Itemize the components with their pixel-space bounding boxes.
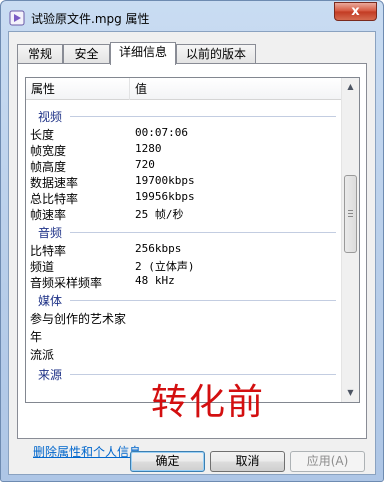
tab-previous-versions[interactable]: 以前的版本 xyxy=(176,44,256,64)
tab-general[interactable]: 常规 xyxy=(17,44,63,64)
property-name: 流派 xyxy=(30,348,55,362)
vertical-scrollbar[interactable]: ▲ ▼ xyxy=(341,78,359,402)
apply-button[interactable]: 应用(A) xyxy=(290,451,365,472)
tab-security[interactable]: 安全 xyxy=(63,44,110,64)
list-header: 属性 值 xyxy=(26,78,342,100)
property-row[interactable]: 音频采样频率 48 kHz xyxy=(26,273,342,290)
property-row[interactable]: 数据速率 19700kbps xyxy=(26,173,342,190)
window-title: 试验原文件.mpg 属性 xyxy=(31,12,150,26)
property-rows: 视频 长度 00:07:06 帧宽度 1280 帧高度 720 数据速率 19700kb… xyxy=(26,101,342,402)
property-row[interactable]: 帧速率 25 帧/秒 xyxy=(26,205,342,222)
property-value: 00:07:06 xyxy=(135,126,188,139)
group-divider xyxy=(70,116,336,117)
property-row[interactable]: 年 xyxy=(26,327,342,345)
remove-properties-link[interactable]: 删除属性和个人信息 xyxy=(33,443,141,460)
property-value: 2 (立体声) xyxy=(135,260,195,273)
close-button[interactable]: x xyxy=(334,2,377,21)
title-bar[interactable]: 试验原文件.mpg 属性 x xyxy=(1,1,383,33)
group-label: 来源 xyxy=(38,368,63,382)
group-media: 媒体 xyxy=(26,289,342,309)
property-row[interactable]: 总比特率 19956kbps xyxy=(26,189,342,206)
property-value: 1280 xyxy=(135,142,162,155)
property-list[interactable]: 属性 值 视频 长度 00:07:06 帧宽度 1280 帧高度 720 数据速率 19… xyxy=(25,77,360,403)
watermark-text: 转化前 xyxy=(151,382,266,423)
property-row[interactable]: 频道 2 (立体声) xyxy=(26,257,342,274)
property-value: 19956kbps xyxy=(135,190,195,203)
scroll-up-arrow-icon[interactable]: ▲ xyxy=(343,79,358,95)
column-header-value[interactable]: 值 xyxy=(130,78,342,100)
property-row[interactable]: 帧宽度 1280 xyxy=(26,141,342,158)
property-value: 48 kHz xyxy=(135,274,175,287)
property-value: 19700kbps xyxy=(135,174,195,187)
property-row[interactable]: 比特率 256kbps xyxy=(26,241,342,258)
group-divider xyxy=(70,232,336,233)
property-value: 25 帧/秒 xyxy=(135,208,184,221)
scrollbar-thumb[interactable] xyxy=(344,175,357,253)
scroll-down-arrow-icon[interactable]: ▼ xyxy=(343,385,358,401)
video-file-icon xyxy=(9,10,25,26)
column-header-property[interactable]: 属性 xyxy=(26,78,130,100)
property-row[interactable]: 帧高度 720 xyxy=(26,157,342,174)
property-value: 256kbps xyxy=(135,242,182,255)
ok-button[interactable]: 确定 xyxy=(130,451,205,472)
cancel-button[interactable]: 取消 xyxy=(210,451,285,472)
property-row[interactable]: 长度 00:07:06 xyxy=(26,125,342,142)
group-label: 音频 xyxy=(38,226,63,240)
property-value: 720 xyxy=(135,158,155,171)
tab-details[interactable]: 详细信息 xyxy=(110,42,176,65)
group-divider xyxy=(70,300,336,301)
group-label: 视频 xyxy=(38,110,63,124)
property-name: 年 xyxy=(30,330,43,344)
property-name: 参与创作的艺术家 xyxy=(30,312,127,326)
properties-window: 试验原文件.mpg 属性 x 常规 安全 详细信息 以前的版本 属性 值 视频 xyxy=(0,0,384,482)
group-label: 媒体 xyxy=(38,294,63,308)
group-video: 视频 xyxy=(26,105,342,125)
group-audio: 音频 xyxy=(26,221,342,241)
property-row[interactable]: 流派 xyxy=(26,345,342,363)
property-row[interactable]: 参与创作的艺术家 xyxy=(26,309,342,327)
